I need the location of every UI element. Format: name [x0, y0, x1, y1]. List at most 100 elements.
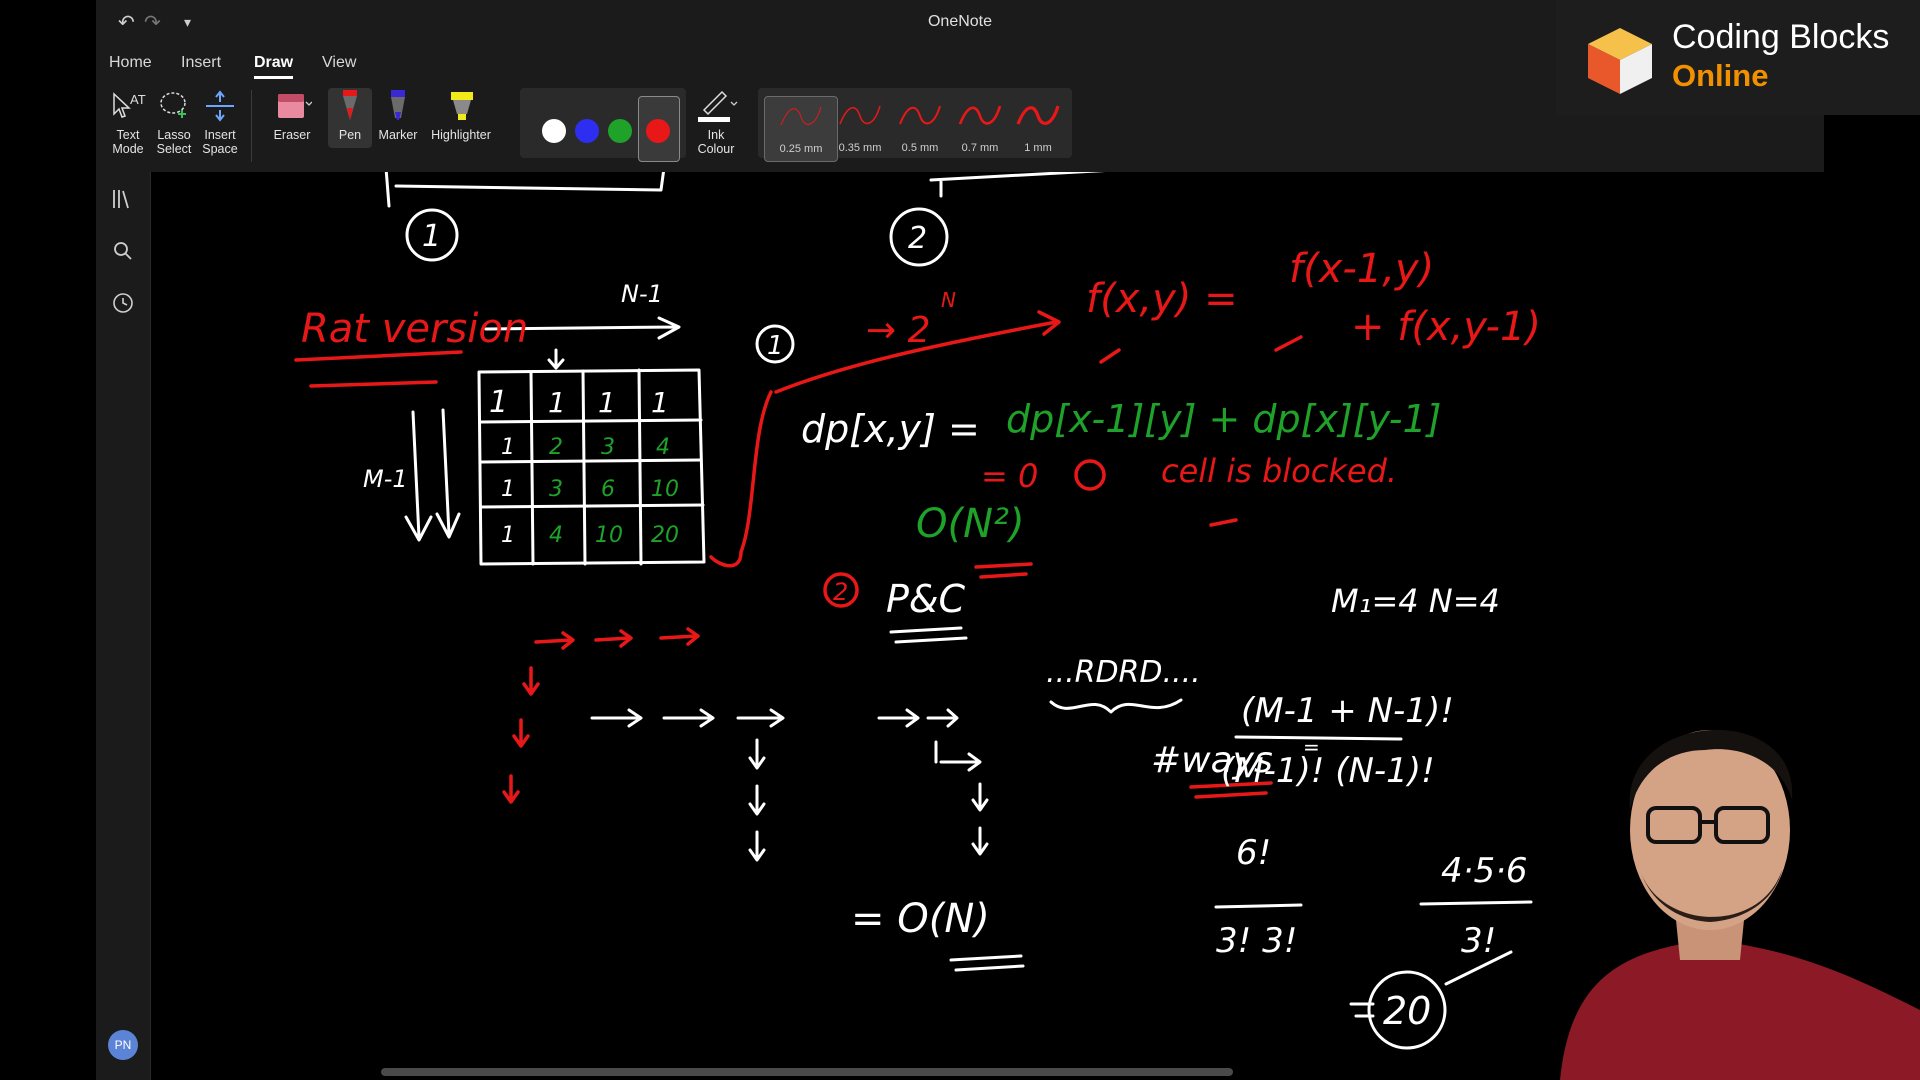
- dp-rhs-text: dp[x-1][y] + dp[x][y-1]: [1006, 397, 1441, 441]
- two-pow-n-text: → 2: [866, 310, 931, 351]
- color-red[interactable]: [646, 119, 670, 143]
- red-arrows-row: [534, 627, 700, 650]
- highlighter-button[interactable]: Highlighter: [424, 88, 498, 142]
- highlighter-icon: [451, 92, 473, 120]
- o-n-underline: [949, 954, 1025, 972]
- m-minus-1-arrow-2: [435, 408, 461, 539]
- grid-cell: 1: [489, 385, 508, 420]
- color-white[interactable]: [542, 119, 566, 143]
- m-minus-1-text: M-1: [363, 465, 408, 493]
- top-grid-partial-1: [384, 172, 665, 208]
- lasso-icon: [160, 92, 186, 118]
- six-factorial-text: 6!: [1236, 833, 1271, 873]
- top-grid-partial-2: [929, 172, 1106, 198]
- cell-blocked-text: cell is blocked.: [1161, 452, 1397, 490]
- dp-bracket: [709, 390, 773, 568]
- red-arrows-column: [502, 666, 540, 804]
- stroke-sample-icon: [958, 105, 1002, 125]
- grid-cell: 20: [651, 523, 679, 548]
- eraser-label: Eraser: [273, 128, 311, 142]
- tab-view[interactable]: View: [322, 54, 356, 76]
- search-icon[interactable]: [110, 238, 136, 264]
- thickness-1mm[interactable]: 1 mm: [1002, 96, 1074, 160]
- eq-zero-text: = 0: [981, 457, 1038, 495]
- white-arrows-column: [748, 738, 766, 862]
- pen-button[interactable]: Pen: [328, 88, 372, 148]
- pen-thickness-group: 0.25 mm 0.35 mm 0.5 mm 0.7 mm 1 mm: [758, 88, 1074, 162]
- option-2-text: 2: [833, 578, 848, 606]
- text-mode-button[interactable]: AT Text Mode: [106, 88, 150, 156]
- grid-cell: 3: [601, 435, 615, 460]
- svg-text:AT: AT: [130, 92, 146, 107]
- lasso-select-label: Lasso Select: [156, 128, 192, 156]
- horizontal-scrollbar[interactable]: [381, 1068, 1233, 1076]
- stroke-sample-icon: [780, 106, 822, 126]
- grid-cell: 1: [501, 435, 515, 460]
- f-rhs1-text: f(x-1,y): [1289, 246, 1434, 292]
- label-2-text: 2: [908, 221, 927, 256]
- grid-cell: 3: [549, 477, 563, 502]
- recent-icon[interactable]: [110, 290, 136, 316]
- dp-lhs-text: dp[x,y] =: [801, 407, 980, 451]
- insert-space-label: Insert Space: [202, 128, 238, 156]
- rat-version-underline-1: [294, 350, 463, 362]
- ink-colour-button[interactable]: Ink Colour: [688, 88, 744, 156]
- lasso-select-button[interactable]: Lasso Select: [152, 88, 196, 156]
- marker-label: Marker: [378, 128, 418, 142]
- marker-button[interactable]: Marker: [376, 88, 420, 142]
- avatar[interactable]: PN: [108, 1030, 138, 1060]
- m-minus-1-arrow-1: [404, 410, 433, 542]
- notebooks-icon[interactable]: [110, 186, 136, 212]
- ink-colour-label: Ink Colour: [697, 128, 735, 156]
- white-arrows-path-2b: [934, 740, 982, 772]
- text-mode-label: Text Mode: [112, 128, 144, 156]
- insert-space-icon: [206, 90, 234, 122]
- grid-cell: 1: [501, 523, 515, 548]
- white-arrows-path-2c: [971, 782, 989, 856]
- coding-blocks-logo-icon: [1588, 28, 1652, 94]
- color-green[interactable]: [608, 119, 632, 143]
- f-rhs2-text: + f(x,y-1): [1351, 304, 1541, 350]
- grid-cell: 4: [656, 435, 670, 460]
- white-arrows-row: [590, 708, 785, 728]
- grid-cell: 10: [651, 477, 679, 502]
- highlighter-label: Highlighter: [431, 128, 491, 142]
- fraction-numerator-text: (M-1 + N-1)!: [1241, 691, 1454, 731]
- presenter-webcam: [1560, 729, 1920, 1080]
- insert-space-button[interactable]: Insert Space: [198, 88, 242, 156]
- pen-label: Pen: [338, 128, 362, 142]
- n-minus-1-text: N-1: [621, 280, 663, 308]
- grid-cell: 10: [595, 523, 623, 548]
- m-n-values-text: M₁=4 N=4: [1331, 582, 1500, 620]
- f-lhs-text: f(x,y) =: [1086, 276, 1238, 322]
- o-n-text: = O(N): [851, 896, 990, 942]
- tab-insert[interactable]: Insert: [181, 54, 221, 76]
- label-1-text: 1: [422, 219, 441, 254]
- pen-icon: [343, 90, 357, 120]
- rat-version-text: Rat version: [301, 306, 528, 352]
- rdrd-text: ...RDRD....: [1046, 655, 1201, 690]
- eraser-icon: [278, 94, 312, 118]
- grid-cell: 2: [549, 435, 563, 460]
- fraction-denominator-text: (M-1)! (N-1)!: [1221, 751, 1435, 791]
- color-blue[interactable]: [575, 119, 599, 143]
- eraser-button[interactable]: Eraser: [264, 88, 320, 142]
- ink-color-palette: [520, 88, 686, 162]
- text-mode-icon: AT: [113, 92, 146, 118]
- three-factorial-text: 3! 3!: [1216, 921, 1297, 961]
- rdrd-brace: [1049, 698, 1183, 714]
- stroke-sample-icon: [899, 105, 941, 125]
- tab-draw[interactable]: Draw: [254, 54, 294, 79]
- tab-home[interactable]: Home: [109, 54, 152, 76]
- brand-name-line1: Coding Blocks: [1672, 18, 1890, 56]
- grid-cell: 1: [598, 386, 616, 419]
- cell-blocked-underline: [1209, 518, 1238, 527]
- grid-cell: 1: [501, 477, 515, 502]
- navigation-sidebar: PN: [96, 172, 151, 1080]
- grid-cell: 4: [549, 523, 563, 548]
- grid-cell: 1: [651, 386, 669, 419]
- pc-underline: [889, 626, 968, 644]
- rat-version-underline-2: [309, 380, 438, 388]
- marker-icon: [391, 90, 405, 120]
- down-arrow-small: [547, 348, 565, 370]
